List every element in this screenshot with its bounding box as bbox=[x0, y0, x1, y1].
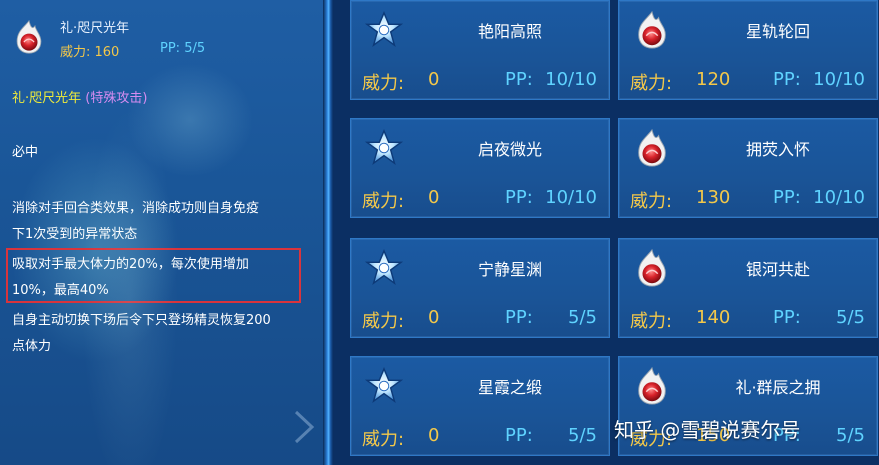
flame-icon bbox=[633, 248, 671, 288]
skill-card[interactable]: 银河共赴威力: 140 PP: 5/5 bbox=[618, 238, 878, 338]
panel-divider bbox=[323, 0, 333, 465]
star-icon bbox=[365, 248, 403, 288]
skill-card[interactable]: 启夜微光威力: 0 PP: 10/10 bbox=[350, 118, 610, 218]
power-value: 0 bbox=[428, 425, 440, 446]
power-value: 130 bbox=[696, 187, 731, 208]
detail-skill-name: 礼·咫尺光年 bbox=[60, 21, 130, 36]
star-icon bbox=[365, 128, 403, 168]
pp-label: PP: bbox=[773, 69, 801, 90]
flame-icon bbox=[633, 10, 671, 50]
detail-title-type: (特殊攻击) bbox=[85, 91, 148, 106]
flame-icon bbox=[633, 366, 671, 406]
power-label: 威力: bbox=[630, 311, 673, 332]
power-value: 0 bbox=[428, 307, 440, 328]
pp-label: PP: bbox=[773, 307, 801, 328]
skill-card[interactable]: 拥荧入怀威力: 130 PP: 10/10 bbox=[618, 118, 878, 218]
power-value: 140 bbox=[696, 307, 731, 328]
pp-label: PP: bbox=[505, 307, 533, 328]
skill-name: 银河共赴 bbox=[745, 260, 810, 279]
pp-label: PP: bbox=[773, 187, 801, 208]
pp-value: 5/5 bbox=[568, 307, 597, 328]
skill-detail-panel: 礼·咫尺光年 威力: 160 PP: 5/5 礼·咫尺光年 (特殊攻击) 必中 … bbox=[0, 0, 323, 465]
power-label: 威力: bbox=[362, 311, 405, 332]
desc-line: 下1次受到的异常状态 bbox=[12, 227, 138, 242]
desc-line: 点体力 bbox=[12, 339, 52, 354]
pp-value: 10/10 bbox=[813, 187, 865, 208]
skill-name: 艳阳高照 bbox=[477, 22, 542, 41]
desc-line: 必中 bbox=[12, 145, 39, 160]
flame-icon bbox=[12, 18, 46, 56]
skill-name: 拥荧入怀 bbox=[745, 140, 810, 159]
detail-power: 威力: 160 bbox=[60, 45, 120, 60]
detail-title-name: 礼·咫尺光年 bbox=[12, 91, 82, 106]
pp-label: PP: bbox=[505, 187, 533, 208]
watermark: 知乎 @雪碧说赛尔号 bbox=[614, 418, 801, 442]
detail-pp: PP: 5/5 bbox=[160, 41, 206, 56]
power-value: 0 bbox=[428, 187, 440, 208]
power-label: 威力: bbox=[362, 191, 405, 212]
pp-value: 5/5 bbox=[568, 425, 597, 446]
pp-value: 5/5 bbox=[836, 307, 865, 328]
power-value: 0 bbox=[428, 69, 440, 90]
detail-title-row: 礼·咫尺光年 (特殊攻击) bbox=[12, 87, 147, 106]
desc-line: 自身主动切换下场后令下只登场精灵恢复200 bbox=[12, 313, 271, 328]
skill-card[interactable]: 星霞之缎威力: 0 PP: 5/5 bbox=[350, 356, 610, 456]
flame-icon bbox=[633, 128, 671, 168]
power-value: 120 bbox=[696, 69, 731, 90]
pp-value: 10/10 bbox=[545, 69, 597, 90]
power-label: 威力: bbox=[362, 429, 405, 450]
pp-value: 5/5 bbox=[836, 425, 865, 446]
skill-card[interactable]: 艳阳高照威力: 0 PP: 10/10 bbox=[350, 0, 610, 100]
star-icon bbox=[365, 366, 403, 406]
pp-label: PP: bbox=[505, 69, 533, 90]
power-label: 威力: bbox=[362, 73, 405, 94]
skill-name: 礼·群辰之拥 bbox=[735, 378, 821, 397]
chevron-right-icon[interactable] bbox=[292, 410, 316, 444]
power-label: 威力: bbox=[630, 191, 673, 212]
skill-card[interactable]: 星轨轮回威力: 120 PP: 10/10 bbox=[618, 0, 878, 100]
skill-name: 启夜微光 bbox=[477, 140, 542, 159]
highlight-box bbox=[6, 248, 301, 303]
skill-name: 星轨轮回 bbox=[745, 22, 810, 41]
pp-value: 10/10 bbox=[813, 69, 865, 90]
skill-name: 宁静星渊 bbox=[477, 260, 542, 279]
pp-label: PP: bbox=[505, 425, 533, 446]
star-icon bbox=[365, 10, 403, 50]
skill-card[interactable]: 宁静星渊威力: 0 PP: 5/5 bbox=[350, 238, 610, 338]
pp-value: 10/10 bbox=[545, 187, 597, 208]
skill-name: 星霞之缎 bbox=[477, 378, 542, 397]
power-label: 威力: bbox=[630, 73, 673, 94]
desc-line: 消除对手回合类效果，消除成功则自身免疫 bbox=[12, 201, 260, 216]
